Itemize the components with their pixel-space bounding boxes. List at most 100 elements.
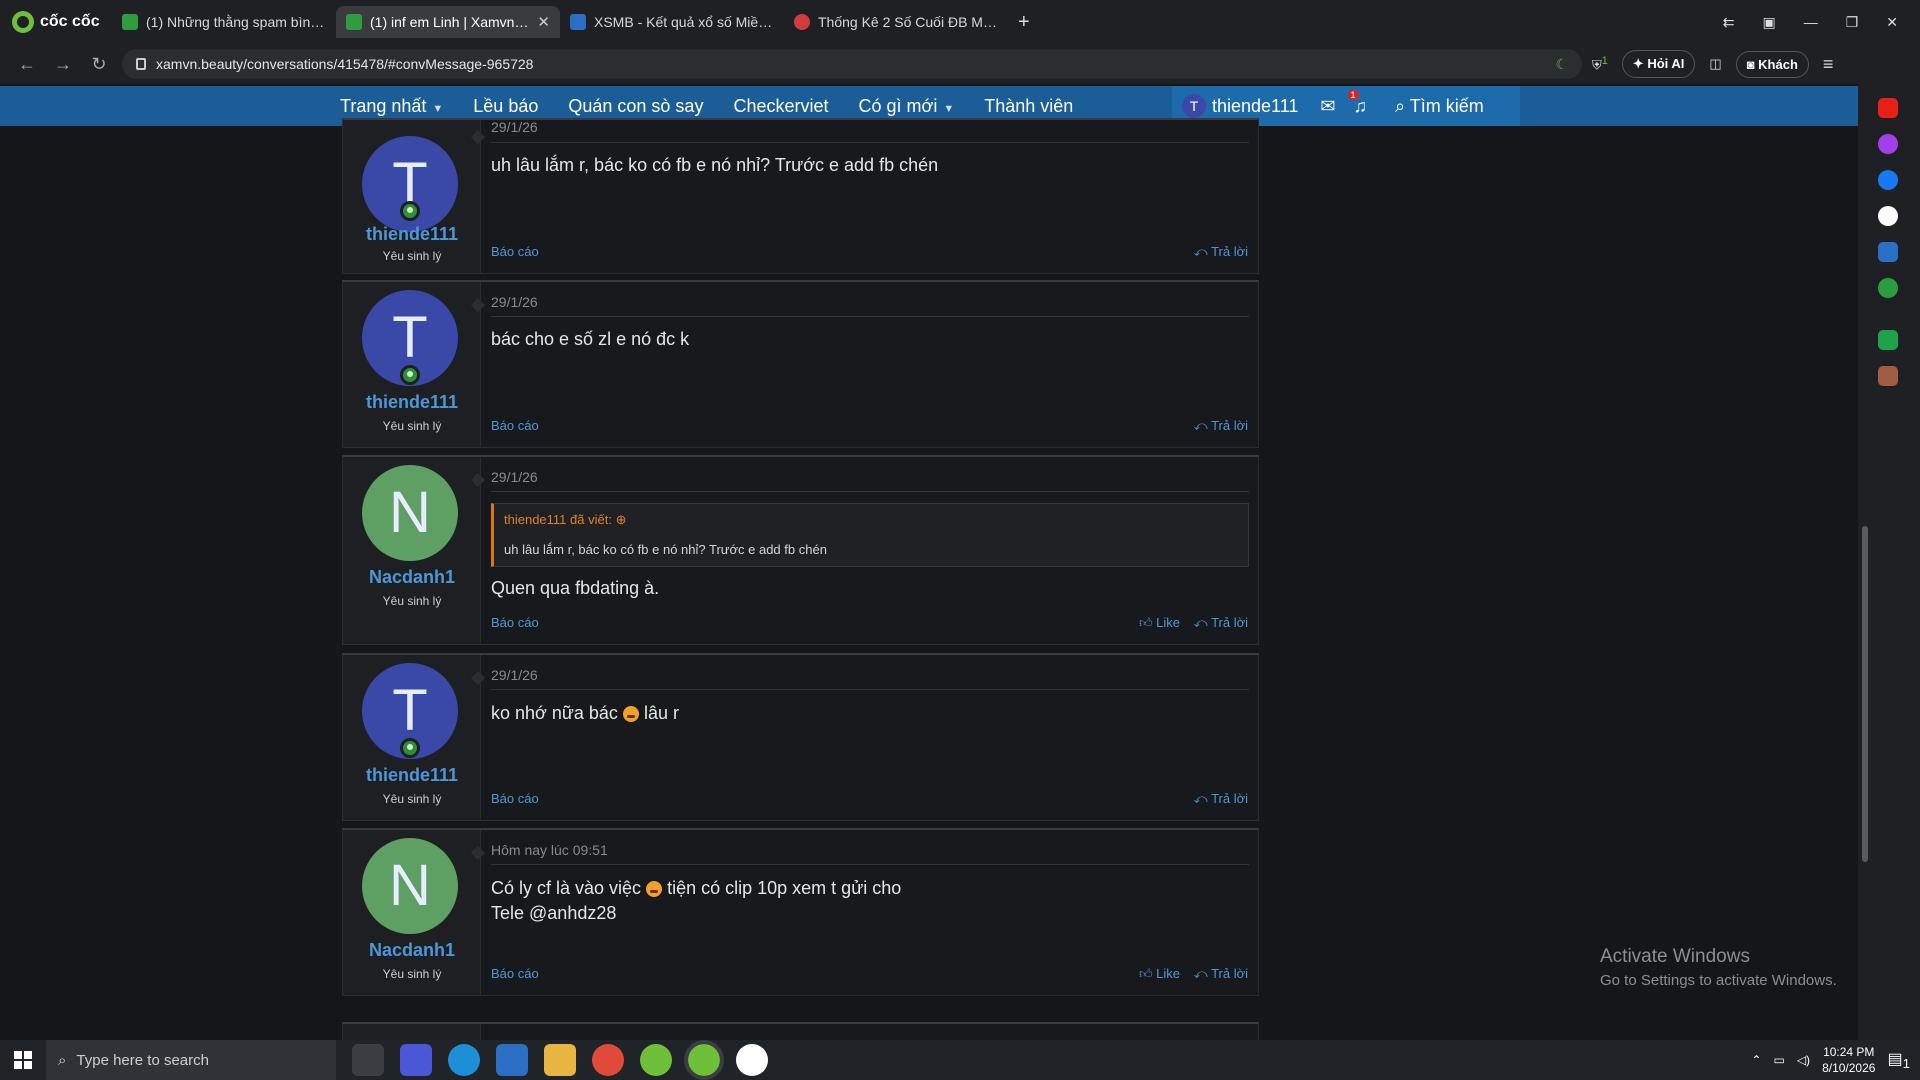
nav-leu-bao[interactable]: Lều báo [473,96,538,117]
message-user: T thiende111 Yêu sinh lý [343,282,481,447]
username[interactable]: Nacdanh1 [343,567,481,588]
reply-link[interactable]: ⤺ Trả lời [1194,418,1248,434]
messenger-icon[interactable] [1878,134,1898,154]
reply-link[interactable]: ⤺ Trả lời [1194,966,1248,982]
nav-quan-con-so-say[interactable]: Quán con sò say [568,96,703,117]
check-icon [346,14,362,30]
forward-icon[interactable]: → [50,54,76,75]
network-icon[interactable]: ▭ [1773,1053,1784,1067]
profile-button[interactable]: ◙ Khách [1735,50,1809,78]
chrome-icon[interactable] [592,1044,624,1076]
account-avatar[interactable]: T [1182,94,1206,118]
like-link[interactable]: 👍︎ Like [1139,966,1180,982]
nav-co-gi-moi[interactable]: Có gì mới ▼ [859,96,955,117]
username[interactable]: thiende111 [343,392,481,413]
tab-spam[interactable]: (1) Những thằng spam bình luận [112,6,336,38]
watermark-subtitle: Go to Settings to activate Windows. [1600,972,1837,989]
menu-icon[interactable]: ≡ [1823,54,1834,75]
divider [491,491,1249,492]
avatar[interactable]: N [362,465,458,561]
folder-icon[interactable] [544,1044,576,1076]
nav-checkerviet[interactable]: Checkerviet [733,96,828,117]
split-view-icon[interactable]: ◫ [1709,56,1721,72]
page-scrollbar[interactable] [1862,526,1868,862]
avatar-icon[interactable] [1878,366,1898,386]
browser-chrome: cốc cốc (1) Những thằng spam bình luận (… [0,0,1920,84]
back-history-icon[interactable]: ⇇ [1723,14,1735,31]
translate-icon[interactable] [1878,242,1898,262]
game-icon[interactable] [1878,278,1898,298]
reload-icon[interactable]: ↻ [86,54,112,75]
volume-icon[interactable]: ◁) [1797,1053,1810,1067]
chevron-down-icon[interactable]: ▼ [943,103,954,115]
report-link[interactable]: Báo cáo [491,418,539,433]
notification-center-icon[interactable]: ▤1 [1887,1049,1910,1071]
sheet-icon[interactable] [1878,330,1898,350]
message-date[interactable]: 29/1/26 [491,294,538,310]
report-link[interactable]: Báo cáo [491,966,539,981]
message-user: T thiende111 Yêu sinh lý [343,655,481,820]
reply-link[interactable]: ⤺ Trả lời [1194,615,1248,631]
youtube-icon[interactable] [1878,98,1898,118]
message-body: uh lâu lắm r, bác ko có fb e nó nhỉ? Trư… [491,155,939,175]
notification-badge: 1 [1347,89,1359,100]
back-icon[interactable]: ← [14,54,40,75]
report-link[interactable]: Báo cáo [491,615,539,630]
moon-icon[interactable]: ☾ [1555,56,1568,73]
message: N Nacdanh1 Yêu sinh lý 29/1/26 thiende11… [342,455,1259,645]
tab-thongke[interactable]: Thống Kê 2 Số Cuối ĐB Miền Bắ [784,6,1008,38]
close-tab-icon[interactable]: ✕ [537,13,550,31]
account-username[interactable]: thiende111 [1212,96,1298,117]
task-view-icon[interactable] [352,1044,384,1076]
facebook-icon[interactable] [1878,170,1898,190]
arrow-up-circle-icon[interactable]: ⊕ [616,512,627,527]
chevron-down-icon[interactable]: ▼ [432,103,443,115]
zalo-icon[interactable] [736,1044,768,1076]
minimize-icon[interactable]: — [1804,14,1818,31]
taskbar-search[interactable]: ⌕ Type here to search [46,1040,336,1080]
username[interactable]: thiende111 [343,765,481,786]
new-tab-icon[interactable]: + [1008,11,1040,34]
username[interactable]: thiende111 [343,224,481,245]
coccoc-icon[interactable] [640,1044,672,1076]
tab-conversation[interactable]: (1) inf em Linh | Xamvn - Cô ✕ [336,6,560,38]
message-date[interactable]: 29/1/26 [491,667,538,683]
store-icon[interactable] [496,1044,528,1076]
screenshot-icon[interactable]: ▣ [1762,14,1775,31]
message-partial [342,1022,1259,1042]
mail-icon[interactable]: ✉ [1320,96,1335,117]
message-date[interactable]: 29/1/26 [491,469,538,485]
shield-icon[interactable]: ⛨1 [1592,55,1608,73]
nav-trang-nhat[interactable]: Trang nhất ▼ [340,96,443,117]
reply-link[interactable]: ⤺ Trả lời [1194,791,1248,807]
message-user: N Nacdanh1 Yêu sinh lý [343,830,481,995]
zalo-icon[interactable] [1878,206,1898,226]
clock[interactable]: 10:24 PM 8/10/2026 [1822,1044,1875,1076]
report-link[interactable]: Báo cáo [491,791,539,806]
message-date[interactable]: Hôm nay lúc 09:51 [491,842,608,858]
ai-button[interactable]: ✦ Hỏi AI [1621,50,1696,78]
restore-icon[interactable]: ❐ [1846,14,1859,31]
message-user: N Nacdanh1 Yêu sinh lý [343,457,481,644]
body-text: ko nhớ nữa bác [491,703,618,723]
chevron-up-icon[interactable]: ⌃ [1751,1053,1761,1067]
app-icon[interactable] [400,1044,432,1076]
report-link[interactable]: Báo cáo [491,244,539,259]
browser-brand[interactable]: cốc cốc [0,11,112,33]
edge-icon[interactable] [448,1044,480,1076]
url-field[interactable]: xamvn.beauty/conversations/415478/#convM… [122,49,1582,79]
coccoc-logo-icon [12,11,34,33]
coccoc-active-icon[interactable] [684,1040,724,1080]
username[interactable]: Nacdanh1 [343,940,481,961]
search-button[interactable]: ⌕ Tìm kiếm [1395,96,1484,117]
avatar[interactable]: N [362,838,458,934]
bell-icon[interactable]: ♫ 1 [1347,89,1367,117]
windows-start-icon[interactable] [0,1040,46,1080]
quote-author[interactable]: thiende111 đã viết: ⊕ [504,512,626,528]
tab-xsmb[interactable]: XSMB - Kết quả xổ số Miền Bắc [560,6,784,38]
message-date[interactable]: 29/1/26 [491,119,538,135]
nav-thanh-vien[interactable]: Thành viên [984,96,1073,117]
close-window-icon[interactable]: ✕ [1886,14,1898,31]
reply-link[interactable]: ⤺ Trả lời [1194,244,1248,260]
like-link[interactable]: 👍︎ Like [1139,615,1180,631]
